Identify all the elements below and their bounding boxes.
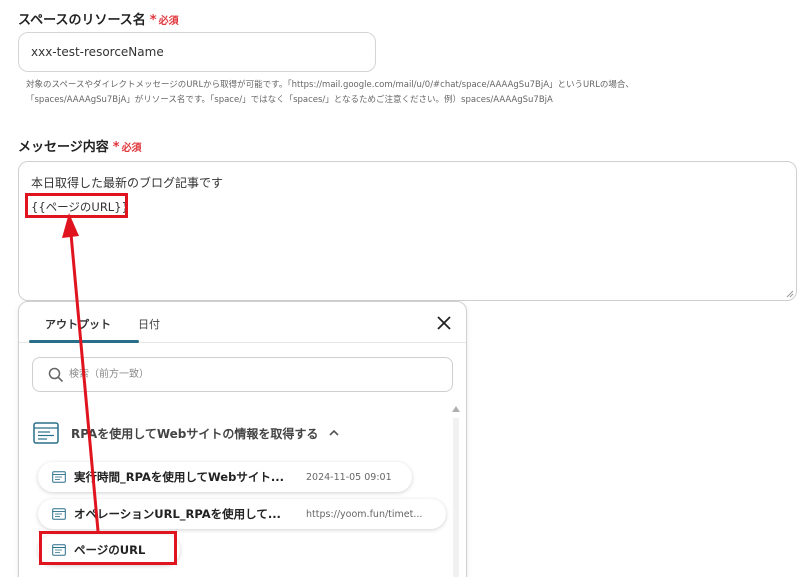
space-resource-input[interactable]: xxx-test-resorceName [18,32,376,72]
tab-date[interactable]: 日付 [138,316,160,332]
message-content-textarea[interactable]: 本日取得した最新のブログ記事です {{ページのURL}} [18,161,797,301]
required-badge: 必須 [121,143,142,154]
output-item-operation-url[interactable]: オペレーションURL_RPAを使用して... https://yoom.fun/… [38,499,446,529]
active-tab-underline [29,340,139,343]
scrollbar[interactable] [452,406,460,577]
token-highlight-box [25,193,128,218]
space-resource-help: 対象のスペースやダイレクトメッセージのURLから取得が可能です。「https:/… [26,78,806,108]
message-line-1: 本日取得した最新のブログ記事です [31,176,224,190]
space-resource-label-text: スペースのリソース名 [18,13,146,28]
help-line-2: 「spaces/AAAAgSu7BjA」がリソース名です。「space/」ではな… [26,95,553,105]
output-item-execution-time[interactable]: 実行時間_RPAを使用してWebサイト... 2024-11-05 09:01 [38,462,412,492]
output-item-value: https://yoom.fun/timet... [306,508,423,520]
browser-window-icon [52,471,66,483]
resize-grip-icon[interactable] [786,290,794,298]
search-field[interactable] [32,357,453,392]
output-item-label: オペレーションURL_RPAを使用して... [74,507,281,521]
search-icon [48,367,64,383]
help-line-1: 対象のスペースやダイレクトメッセージのURLから取得が可能です。「https:/… [26,80,634,90]
required-star: * [149,13,157,28]
message-content-label: メッセージ内容 * 必須 [18,136,142,155]
search-input[interactable] [69,358,439,391]
output-item-label: 実行時間_RPAを使用してWebサイト... [74,470,284,484]
message-content-label-text: メッセージ内容 [18,140,109,155]
output-group-header[interactable]: RPAを使用してWebサイトの情報を取得する [33,422,340,444]
close-icon[interactable] [436,315,452,331]
scroll-track[interactable] [453,418,459,577]
scroll-up-icon[interactable] [452,406,460,412]
popup-tabs: アウトプット 日付 [19,302,466,343]
browser-window-icon [52,508,66,520]
required-badge: 必須 [158,16,179,27]
required-star: * [112,140,120,155]
item-highlight-box [39,531,177,565]
chevron-up-icon[interactable] [328,427,340,439]
output-item-value: 2024-11-05 09:01 [306,471,392,483]
output-group-title: RPAを使用してWebサイトの情報を取得する [71,426,319,441]
space-resource-label: スペースのリソース名 * 必須 [18,9,179,28]
tab-output[interactable]: アウトプット [45,316,111,332]
browser-window-icon [33,422,59,444]
